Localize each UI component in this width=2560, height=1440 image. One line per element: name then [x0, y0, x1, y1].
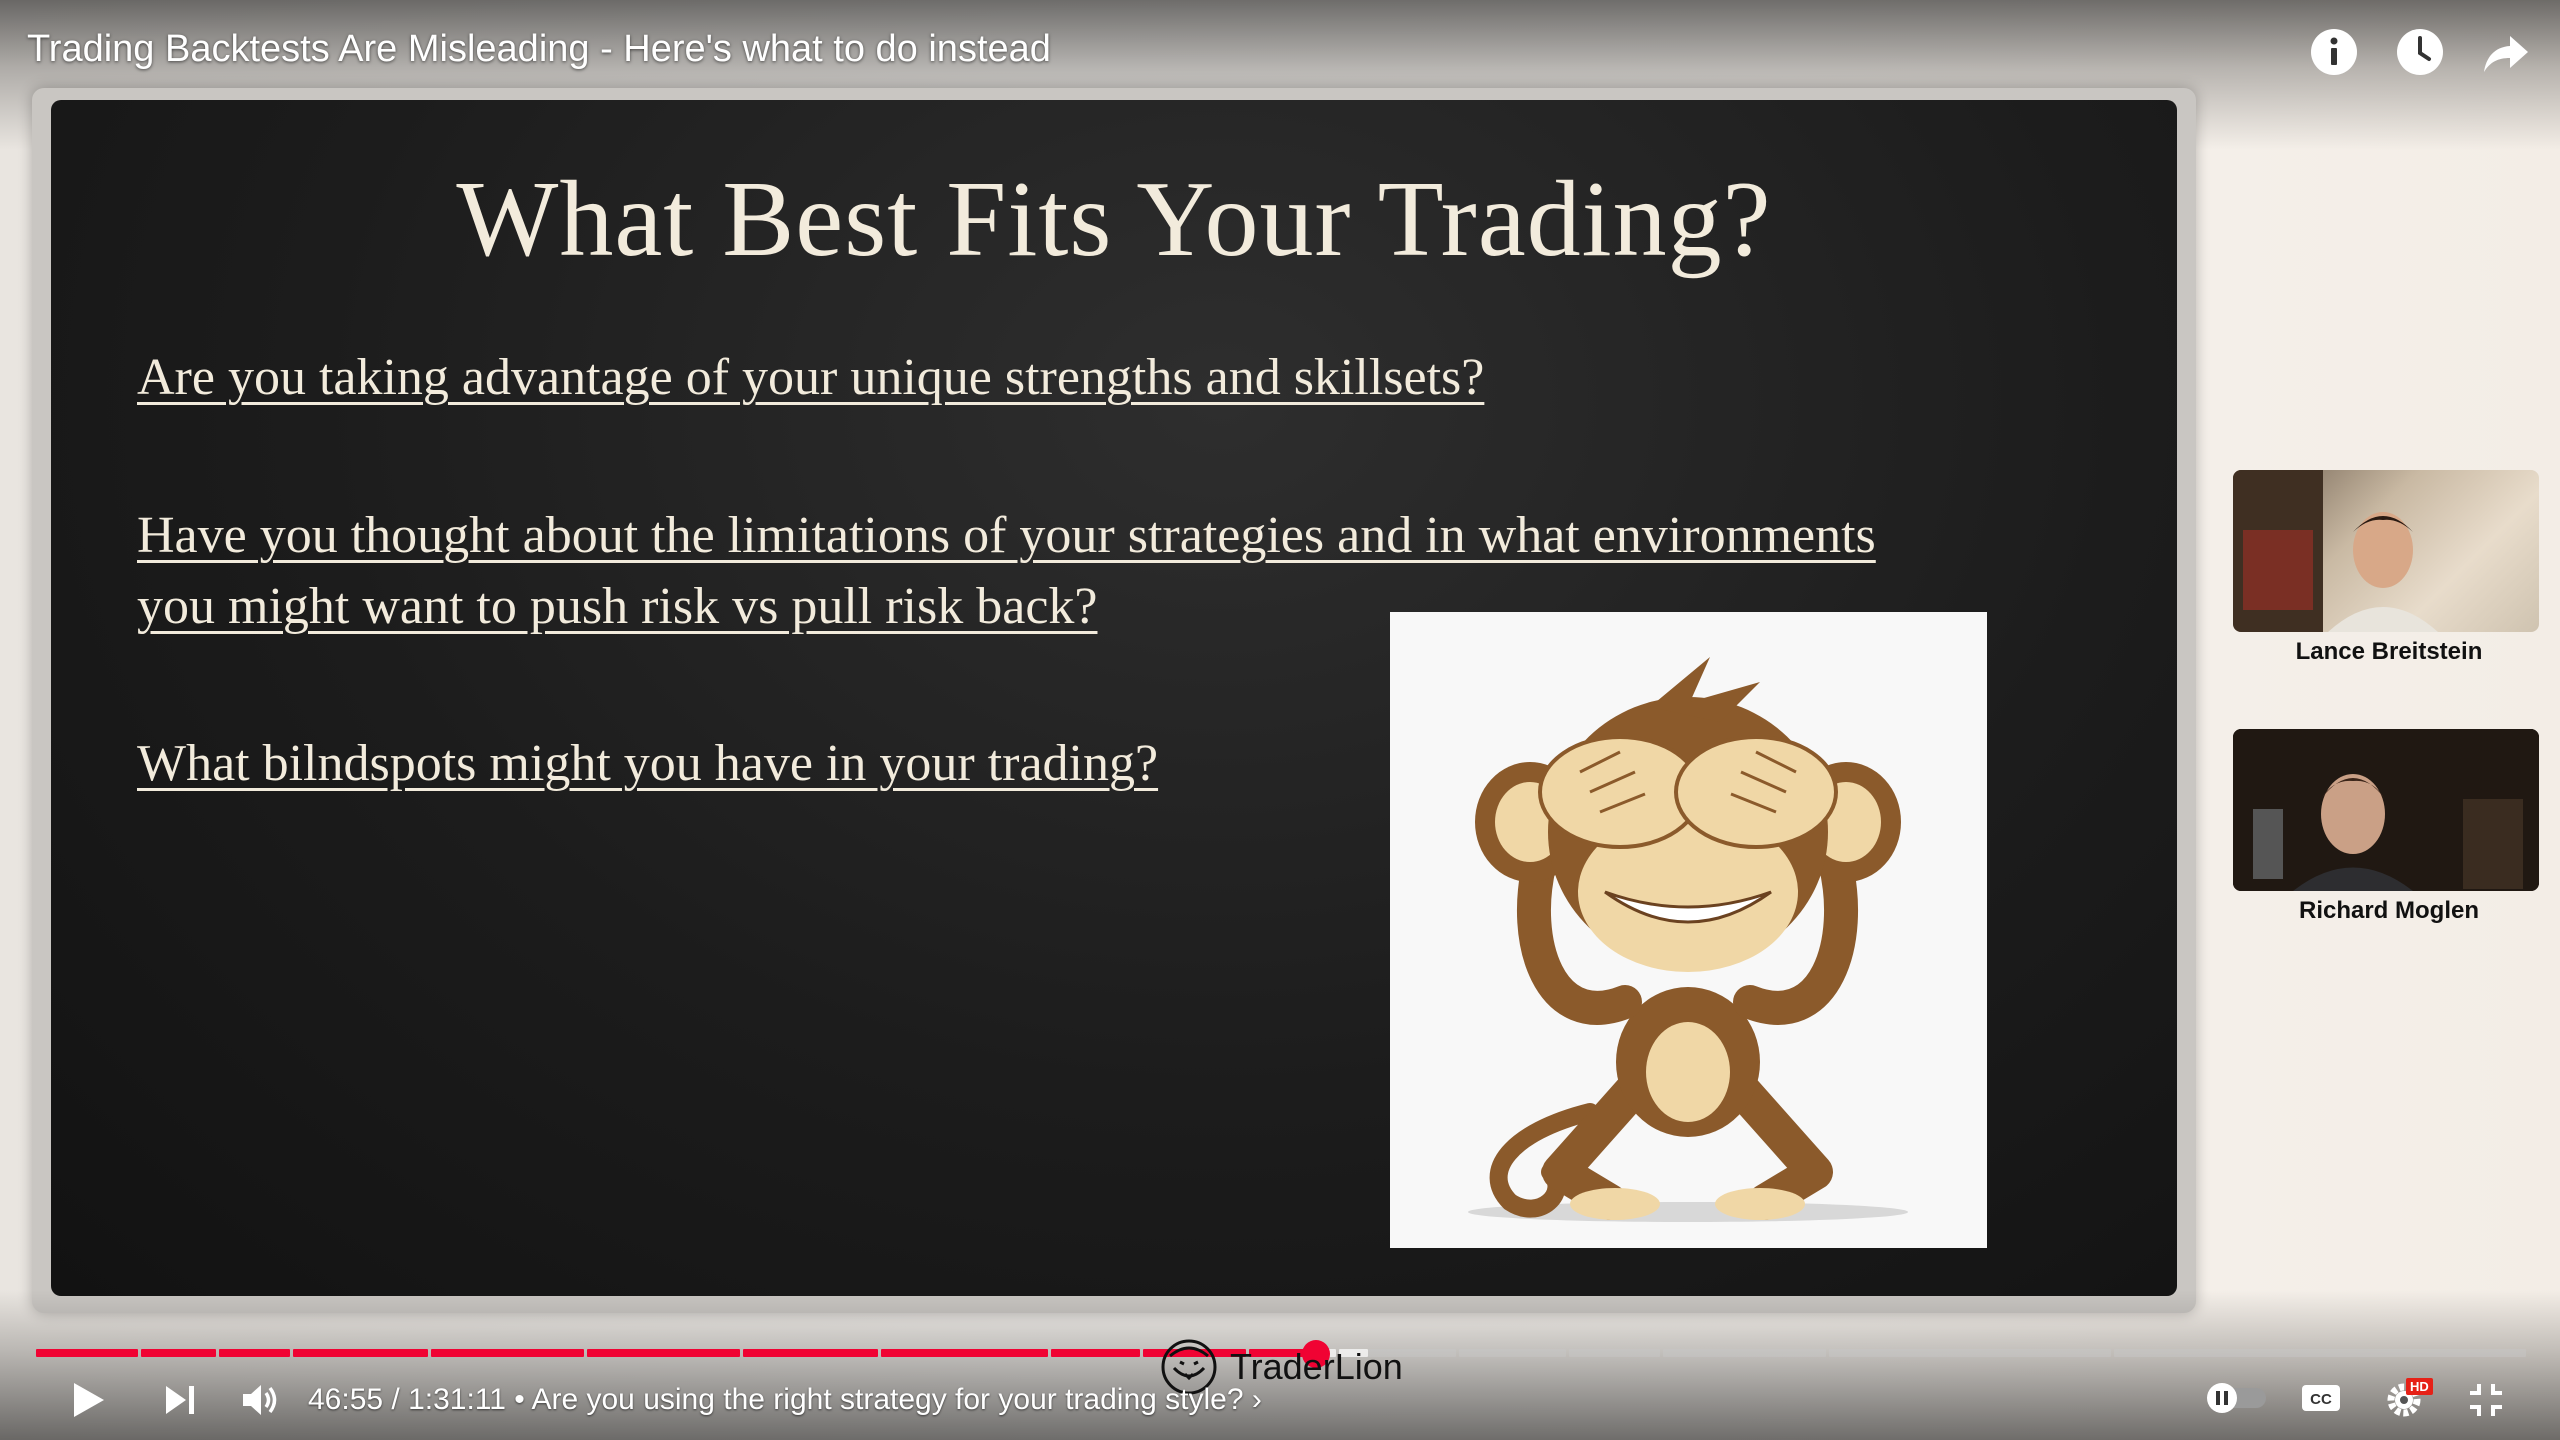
progress-played-segment [1051, 1349, 1140, 1357]
slide-title: What Best Fits Your Trading? [456, 160, 1772, 279]
progress-remaining-segment [1829, 1349, 2111, 1357]
video-title[interactable]: Trading Backtests Are Misleading - Here'… [27, 28, 1051, 71]
progress-remaining-segment [2114, 1349, 2526, 1357]
progress-remaining-segment [1663, 1349, 1826, 1357]
exit-fullscreen-icon [2470, 1384, 2502, 1416]
chapter-title[interactable]: • Are you using the right strategy for y… [514, 1383, 1243, 1416]
participant-tile-1[interactable]: Lance Breitstein [2233, 470, 2545, 666]
participant-tile-2[interactable]: Richard Moglen [2233, 729, 2545, 925]
progress-played-segment [587, 1349, 740, 1357]
participant-name-1: Lance Breitstein [2295, 638, 2483, 665]
watch-later-icon[interactable] [2394, 26, 2446, 78]
autoplay-toggle-icon [2207, 1383, 2266, 1413]
slide-question-1: Are you taking advantage of your unique … [137, 349, 1485, 406]
progress-played-segment [141, 1349, 216, 1357]
participant-name-2: Richard Moglen [2298, 897, 2479, 924]
progress-played-segment [293, 1349, 428, 1357]
autoplay-toggle[interactable] [2204, 1380, 2270, 1421]
participant-video-2 [2233, 729, 2539, 891]
progress-remaining-segment [1459, 1349, 1566, 1357]
progress-played-segment [881, 1349, 1048, 1357]
presentation-slide: What Best Fits Your Trading? Are you tak… [51, 100, 2177, 1296]
hd-badge: HD [2406, 1378, 2433, 1395]
top-icons [2308, 26, 2532, 78]
play-button[interactable] [68, 1380, 108, 1425]
play-icon [74, 1383, 104, 1417]
progress-played-segment [743, 1349, 878, 1357]
monkey-image [1390, 612, 1987, 1248]
progress-remaining-segment [1569, 1349, 1660, 1357]
progress-played-segment [36, 1349, 138, 1357]
svg-text:CC: CC [2310, 1391, 2332, 1408]
slide-question-3: What bilndspots might you have in your t… [137, 735, 1159, 792]
volume-icon [243, 1385, 277, 1415]
chevron-right-icon[interactable]: › [1252, 1383, 1262, 1416]
slide-question-2-line-2: you might want to push risk vs pull risk… [137, 578, 1098, 635]
time-and-chapter: 46:55 / 1:31:11 • Are you using the righ… [308, 1383, 1262, 1417]
settings-button[interactable]: HD [2384, 1376, 2433, 1425]
mute-button[interactable] [240, 1380, 280, 1425]
captions-button[interactable]: CC [2300, 1382, 2342, 1419]
share-icon[interactable] [2480, 26, 2532, 78]
skip-next-icon [166, 1386, 194, 1414]
progress-played-segment [219, 1349, 290, 1357]
slide-question-2-line-1: Have you thought about the limitations o… [137, 507, 1876, 564]
time-display: 46:55 / 1:31:11 [308, 1383, 506, 1416]
captions-icon: CC [2302, 1385, 2340, 1411]
progress-played-segment [431, 1349, 584, 1357]
participant-video-1 [2233, 470, 2539, 632]
next-button[interactable] [162, 1382, 198, 1423]
info-icon[interactable] [2308, 26, 2360, 78]
exit-fullscreen-button[interactable] [2466, 1380, 2506, 1425]
